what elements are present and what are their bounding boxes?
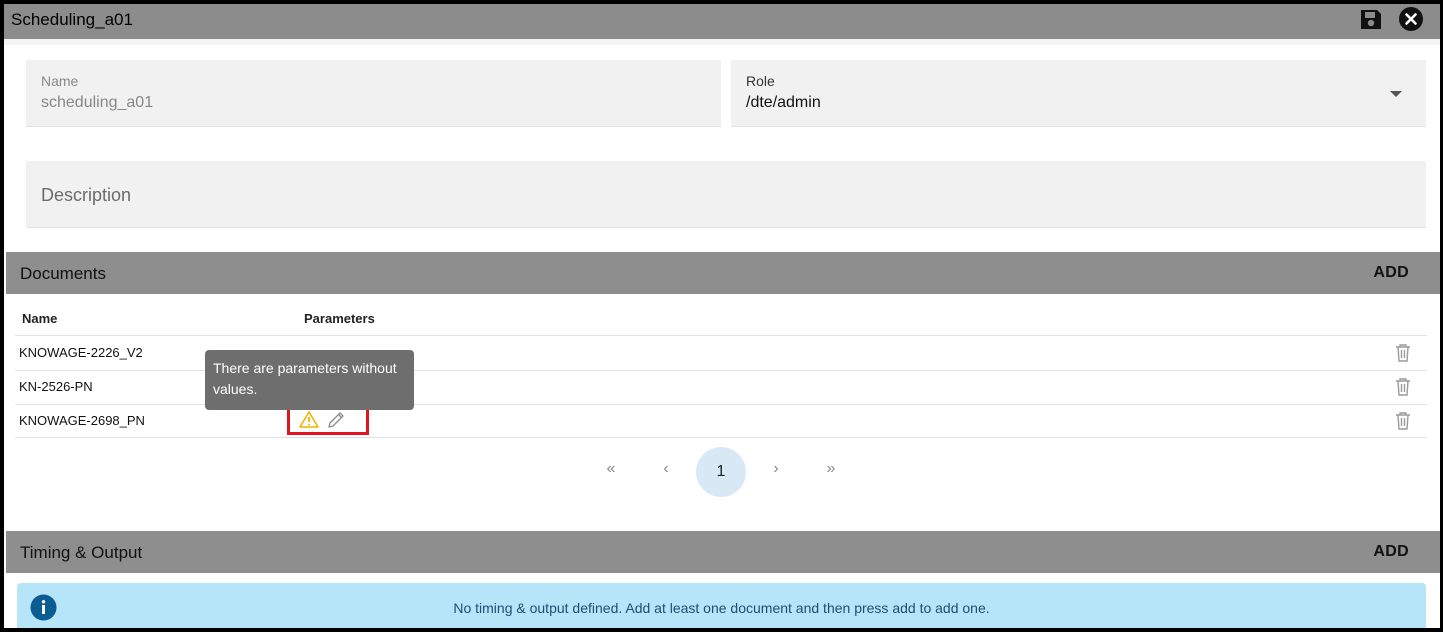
role-select[interactable]: Role /dte/admin (731, 60, 1426, 127)
timing-add-button[interactable]: ADD (1373, 543, 1409, 561)
title-divider (4, 39, 1440, 45)
page-1-button[interactable]: 1 (696, 447, 746, 497)
parameters-tooltip: There are parameters without values. (205, 350, 414, 410)
column-header-parameters[interactable]: Parameters (304, 311, 375, 326)
first-page-button[interactable]: « (596, 454, 626, 484)
trash-icon[interactable] (1394, 411, 1412, 431)
document-name: KNOWAGE-2698_PN (19, 413, 145, 428)
row-divider (15, 437, 1427, 438)
name-field[interactable]: Name scheduling_a01 (26, 60, 721, 127)
info-text: No timing & output defined. Add at least… (453, 600, 990, 616)
column-header-name[interactable]: Name (22, 311, 57, 326)
last-page-button[interactable]: » (816, 454, 846, 484)
trash-icon[interactable] (1394, 343, 1412, 363)
role-label: Role (746, 73, 775, 89)
trash-icon[interactable] (1394, 377, 1412, 397)
timing-header: Timing & Output ADD (6, 531, 1440, 573)
chevron-down-icon[interactable] (1390, 91, 1402, 97)
name-label: Name (41, 73, 79, 89)
role-value: /dte/admin (746, 94, 821, 111)
description-field[interactable]: Description (26, 161, 1426, 228)
info-message: No timing & output defined. Add at least… (17, 583, 1426, 628)
dialog-window: Scheduling_a01 Name scheduling_a01 Role … (4, 4, 1440, 628)
documents-title: Documents (20, 264, 106, 283)
highlight-box (287, 407, 369, 435)
close-icon[interactable] (1398, 6, 1424, 32)
save-icon[interactable] (1358, 6, 1384, 32)
title-bar: Scheduling_a01 (4, 4, 1440, 39)
description-placeholder: Description (41, 185, 132, 205)
next-page-button[interactable]: › (761, 454, 791, 484)
documents-add-button[interactable]: ADD (1373, 264, 1409, 282)
timing-title: Timing & Output (20, 543, 143, 562)
prev-page-button[interactable]: ‹ (651, 454, 681, 484)
name-value: scheduling_a01 (41, 94, 154, 111)
window-title: Scheduling_a01 (11, 10, 133, 29)
documents-header: Documents ADD (6, 252, 1440, 294)
document-name: KN-2526-PN (19, 379, 93, 394)
document-name: KNOWAGE-2226_V2 (19, 345, 143, 360)
header-divider (15, 335, 1427, 336)
